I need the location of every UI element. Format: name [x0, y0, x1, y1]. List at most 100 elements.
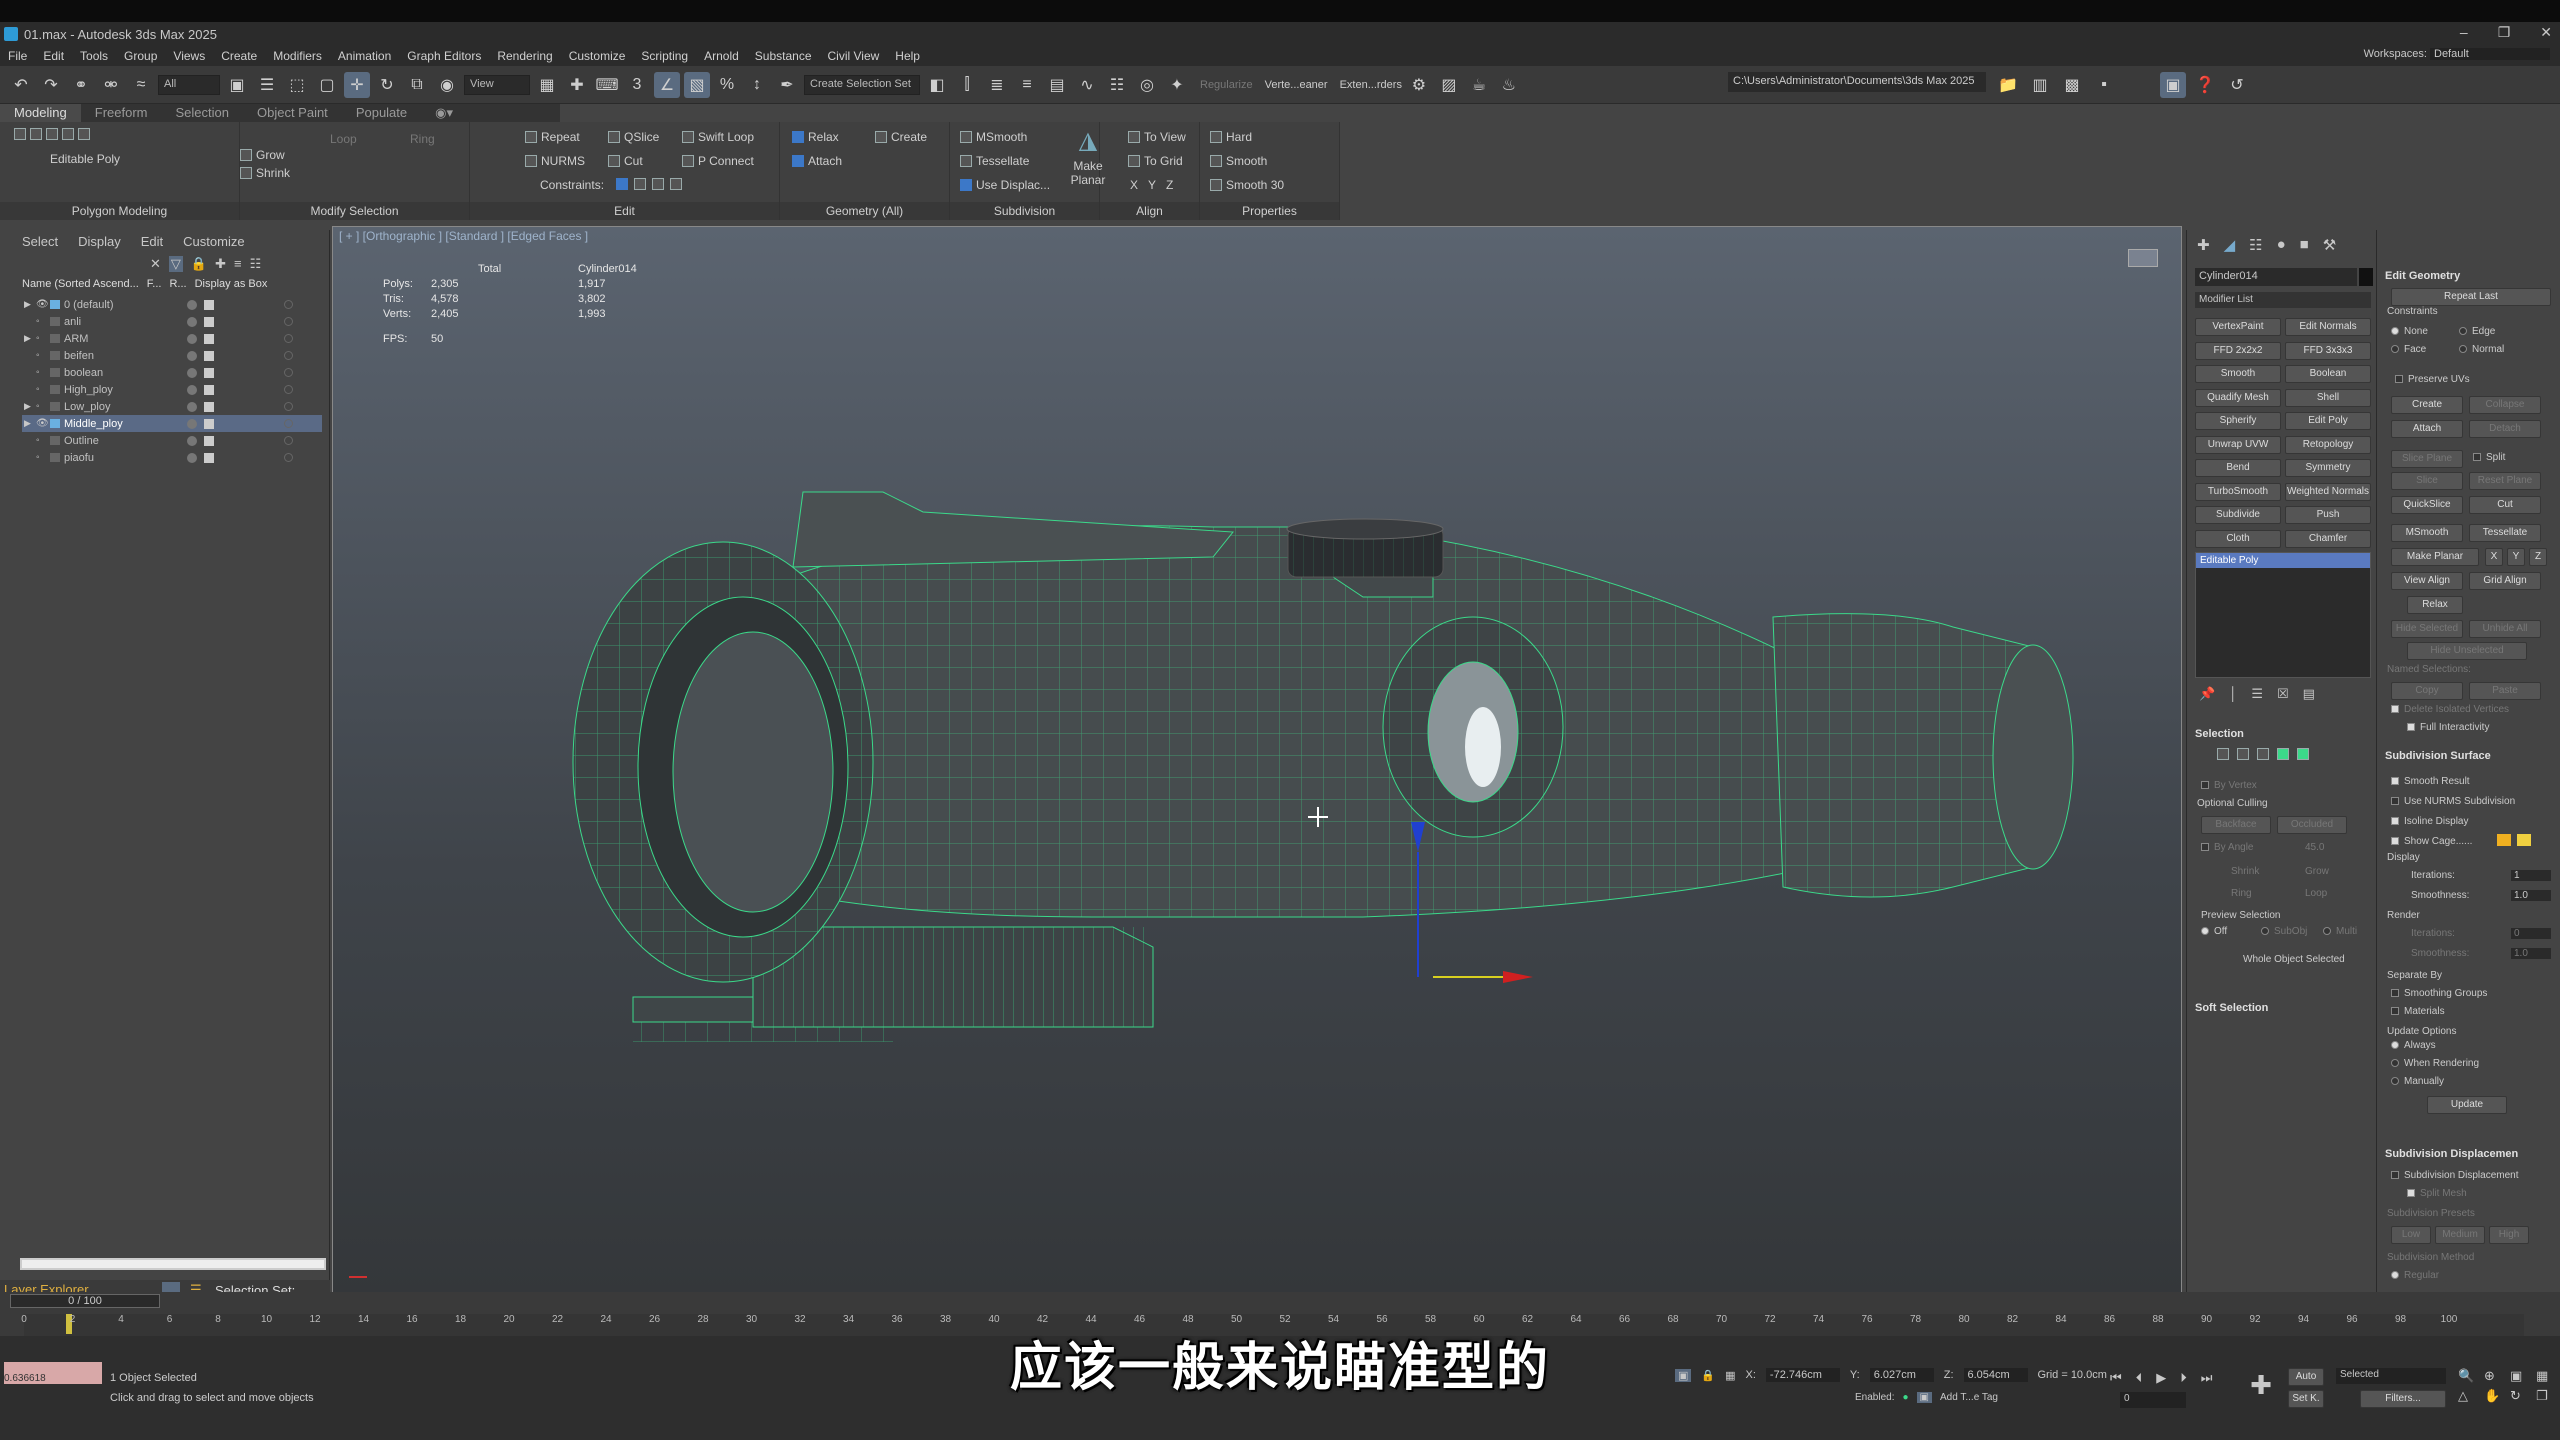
subdivision-label[interactable]: Subdivision — [950, 202, 1099, 220]
unlink-icon[interactable]: ⚮ — [98, 72, 124, 98]
modifier-button[interactable]: Unwrap UVW — [2195, 435, 2281, 454]
properties-label[interactable]: Properties — [1200, 202, 1339, 220]
undo-icon[interactable]: ↶ — [8, 72, 34, 98]
modifier-button[interactable]: Subdivide — [2195, 506, 2281, 524]
render-setup-icon[interactable]: ⚙ — [1406, 72, 1432, 98]
p-connect-button[interactable]: P Connect — [682, 154, 754, 168]
visibility-eye-icon[interactable]: ◦ — [36, 333, 40, 344]
preserve-uvs-check[interactable]: Preserve UVs — [2395, 374, 2470, 385]
angle-value[interactable]: 45.0 — [2305, 842, 2324, 853]
visibility-eye-icon[interactable]: ◦ — [36, 384, 40, 395]
sel-border-icon[interactable] — [2257, 748, 2269, 760]
selection-filter-dropdown[interactable]: All — [158, 74, 220, 95]
workspace-selector[interactable]: Workspaces: Default — [2364, 48, 2550, 60]
tessellate-button[interactable]: Tessellate — [960, 154, 1029, 168]
expand-icon[interactable]: ▶ — [24, 418, 31, 429]
modifier-button[interactable]: FFD 2x2x2 — [2195, 341, 2281, 360]
selection-set-dropdown[interactable]: Create Selection Set — [804, 74, 920, 95]
modifier-button[interactable]: Weighted Normals — [2285, 482, 2371, 501]
constraint-edge-radio[interactable]: Edge — [2459, 326, 2495, 337]
split-mesh-check[interactable]: Split Mesh — [2407, 1188, 2467, 1199]
layer-row[interactable]: ▶ 👁 0 (default) — [22, 296, 322, 313]
update-when-rendering-radio[interactable]: When Rendering — [2391, 1058, 2479, 1069]
remove-modifier-icon[interactable]: ☒ — [2277, 686, 2289, 702]
preset-medium-button[interactable]: Medium — [2435, 1226, 2485, 1244]
modifier-button[interactable]: Edit Normals — [2285, 318, 2371, 336]
menu-file[interactable]: File — [0, 49, 35, 63]
occluded-button[interactable]: Occluded — [2277, 816, 2347, 834]
toggle-scene-explorer-icon[interactable]: ≣ — [984, 72, 1010, 98]
subdivision-displacement-rollout[interactable]: Subdivision Displacemen — [2385, 1148, 2518, 1160]
visibility-eye-icon[interactable]: ◦ — [36, 401, 40, 412]
tab-selection[interactable]: Selection — [162, 104, 243, 122]
modifier-button[interactable]: Spherify — [2195, 412, 2281, 430]
layer-row[interactable]: ◦ High_ploy — [22, 381, 322, 398]
project-new-icon[interactable]: ▪ — [2091, 72, 2117, 98]
freeze-icon[interactable] — [187, 418, 197, 429]
constraint-edge-icon[interactable] — [634, 178, 646, 190]
cage-color-1[interactable] — [2497, 834, 2511, 846]
vertex-mode-icon[interactable] — [14, 128, 26, 140]
layer-row[interactable]: ◦ piaofu — [22, 449, 322, 466]
constraint-none-radio[interactable]: None — [2391, 326, 2428, 337]
pin-stack-icon[interactable]: 📌 — [2199, 686, 2215, 702]
hierarchy-tab-icon[interactable]: ☷ — [2249, 236, 2262, 254]
menu-substance[interactable]: Substance — [747, 49, 820, 63]
freeze-icon[interactable] — [187, 452, 197, 463]
keyboard-shortcut-icon[interactable]: ⌨ — [594, 72, 620, 98]
modifier-button[interactable]: Chamfer — [2285, 529, 2371, 548]
display-box-icon[interactable] — [284, 334, 293, 343]
attach-button[interactable]: Attach — [792, 154, 842, 168]
add-layer-icon[interactable]: ✚ — [215, 256, 226, 272]
rect-selection-icon[interactable]: ⬚ — [284, 72, 310, 98]
polygon-modeling-label[interactable]: Polygon Modeling — [0, 202, 239, 220]
modifier-button[interactable]: Boolean — [2285, 365, 2371, 383]
expand-icon[interactable]: ▶ — [24, 401, 31, 412]
cage-color-2[interactable] — [2517, 834, 2531, 846]
edit-geometry-rollout[interactable]: Edit Geometry — [2385, 270, 2460, 282]
to-grid-button[interactable]: To Grid — [1128, 154, 1183, 168]
align-label[interactable]: Align — [1100, 202, 1199, 220]
slice-button[interactable]: Slice — [2391, 472, 2463, 490]
preview-subobj-radio[interactable]: SubObj — [2261, 926, 2307, 937]
utilities-tab-icon[interactable]: ⚒ — [2323, 236, 2336, 254]
sync-icon[interactable]: ↺ — [2224, 72, 2250, 98]
visibility-eye-icon[interactable]: 👁 — [36, 299, 49, 310]
modifier-button[interactable]: Smooth — [2195, 365, 2281, 383]
modifier-button[interactable]: Push — [2285, 506, 2371, 524]
freeze-icon[interactable] — [187, 316, 197, 327]
reference-coord-dropdown[interactable]: View — [464, 74, 530, 95]
link-icon[interactable]: ⚭ — [68, 72, 94, 98]
configure-sets-icon[interactable]: ▤ — [2303, 686, 2315, 702]
repeat-last-button[interactable]: Repeat Last — [2391, 288, 2551, 306]
geometry-all-label[interactable]: Geometry (All) — [780, 202, 949, 220]
eg-collapse-button[interactable]: Collapse — [2469, 396, 2541, 414]
tab-modeling[interactable]: Modeling — [0, 104, 81, 122]
close-icon[interactable]: ✕ — [2540, 24, 2552, 41]
viewport-layout-icon[interactable]: ▣ — [2160, 72, 2186, 98]
preset-low-button[interactable]: Low — [2391, 1226, 2431, 1244]
stack-editable-poly[interactable]: Editable Poly — [2196, 553, 2370, 568]
shrink-sel-button[interactable]: Shrink — [2231, 866, 2259, 877]
hide-selected-button[interactable]: Hide Selected — [2391, 620, 2463, 638]
display-box-icon[interactable] — [284, 436, 293, 445]
eg-tessellate-button[interactable]: Tessellate — [2469, 524, 2541, 542]
render-teapot-icon[interactable] — [204, 452, 214, 463]
sel-edge-icon[interactable] — [2237, 748, 2249, 760]
render-teapot-icon[interactable] — [204, 367, 214, 378]
render-teapot-icon[interactable] — [204, 401, 214, 412]
rotate-icon[interactable]: ↻ — [374, 72, 400, 98]
show-end-result-icon[interactable]: │ — [2229, 686, 2237, 702]
freeze-icon[interactable] — [187, 333, 197, 344]
hide-unselected-button[interactable]: Hide Unselected — [2407, 642, 2527, 660]
reset-plane-button[interactable]: Reset Plane — [2469, 472, 2541, 490]
display-tab-icon[interactable]: ■ — [2300, 236, 2309, 254]
select-by-name-icon[interactable]: ☰ — [254, 72, 280, 98]
expand-icon[interactable]: ▶ — [24, 333, 31, 344]
layer-horizontal-scrollbar[interactable] — [20, 1258, 326, 1270]
toggle-layer-explorer-icon[interactable]: ≡ — [1014, 72, 1040, 98]
render-production-icon[interactable]: ☕ — [1466, 72, 1492, 98]
copy-button[interactable]: Copy — [2391, 682, 2463, 700]
expand-icon[interactable]: ▶ — [24, 299, 31, 310]
menu-arnold[interactable]: Arnold — [696, 49, 747, 63]
